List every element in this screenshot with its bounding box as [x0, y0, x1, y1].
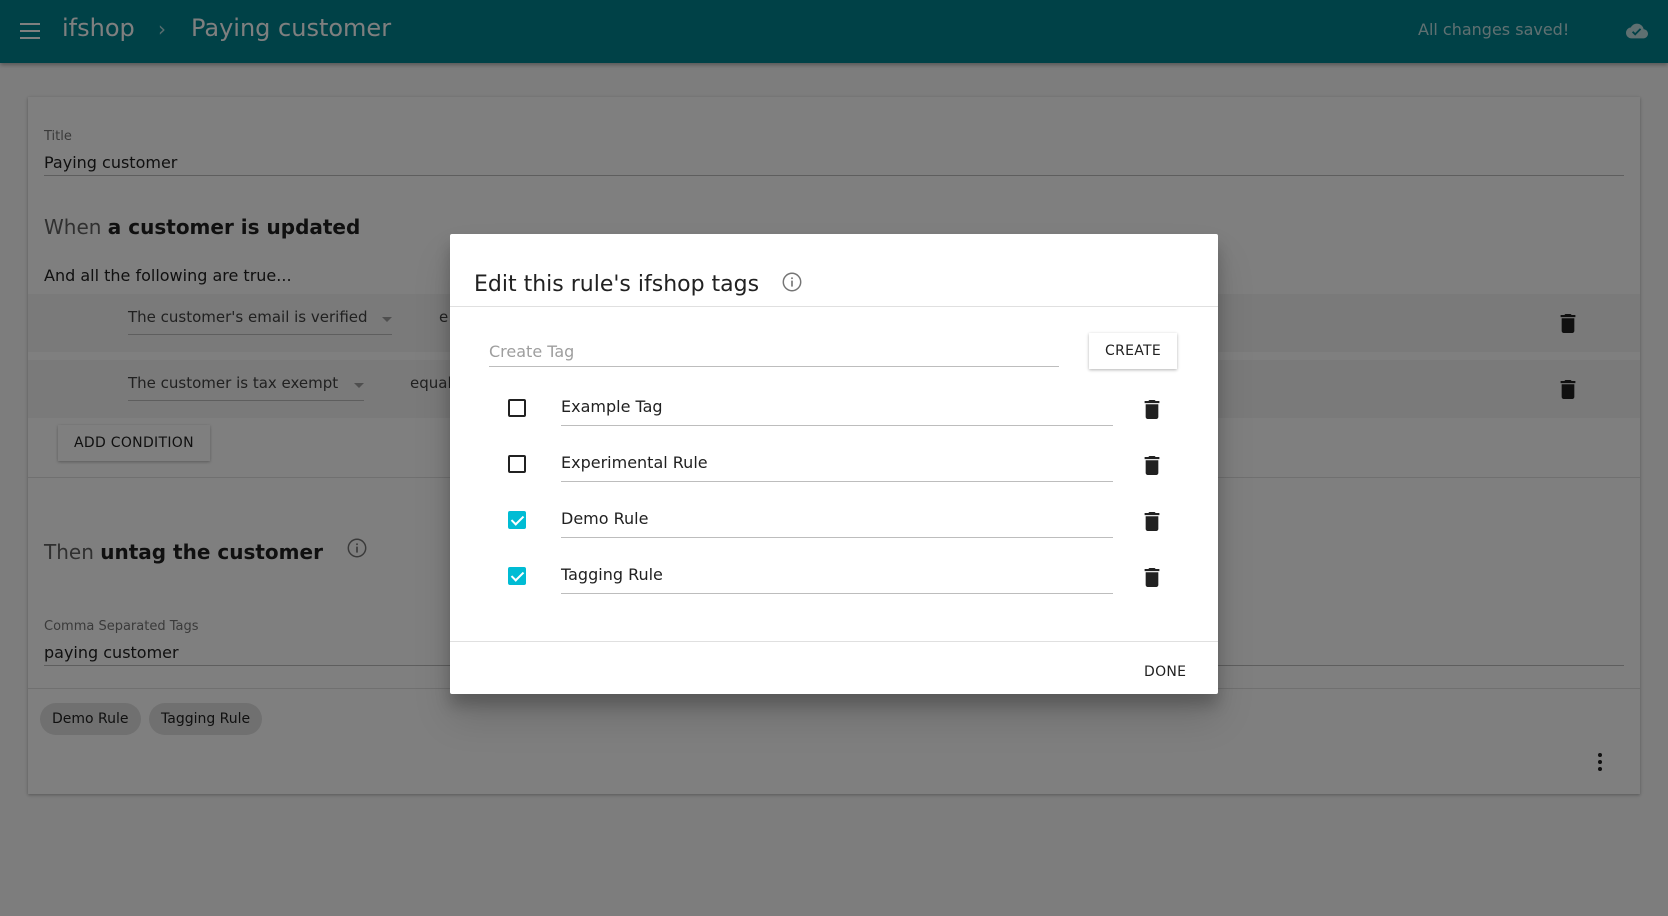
tag-name-input[interactable]: Experimental Rule: [561, 453, 708, 472]
tag-row: Experimental Rule: [450, 441, 1218, 491]
tag-name-input[interactable]: Tagging Rule: [561, 565, 663, 584]
info-icon[interactable]: [781, 271, 803, 293]
trash-icon[interactable]: [1144, 568, 1160, 587]
dialog-footer-divider: [450, 641, 1218, 642]
dialog-title-divider: [450, 306, 1218, 307]
done-button[interactable]: DONE: [1134, 654, 1196, 690]
tag-name-input[interactable]: Example Tag: [561, 397, 663, 416]
tag-checkbox[interactable]: [508, 399, 526, 417]
create-tag-input[interactable]: [489, 337, 1059, 367]
trash-icon[interactable]: [1144, 512, 1160, 531]
tag-row: Tagging Rule: [450, 553, 1218, 603]
tag-checkbox[interactable]: [508, 511, 526, 529]
tag-row: Demo Rule: [450, 497, 1218, 547]
edit-tags-dialog: Edit this rule's ifshop tags CREATE Exam…: [450, 234, 1218, 694]
tag-checkbox[interactable]: [508, 567, 526, 585]
tag-checkbox[interactable]: [508, 455, 526, 473]
tag-name-input[interactable]: Demo Rule: [561, 509, 648, 528]
create-tag-button[interactable]: CREATE: [1089, 333, 1178, 369]
trash-icon[interactable]: [1144, 456, 1160, 475]
trash-icon[interactable]: [1144, 400, 1160, 419]
tag-row: Example Tag: [450, 385, 1218, 435]
dialog-title: Edit this rule's ifshop tags: [474, 272, 760, 297]
